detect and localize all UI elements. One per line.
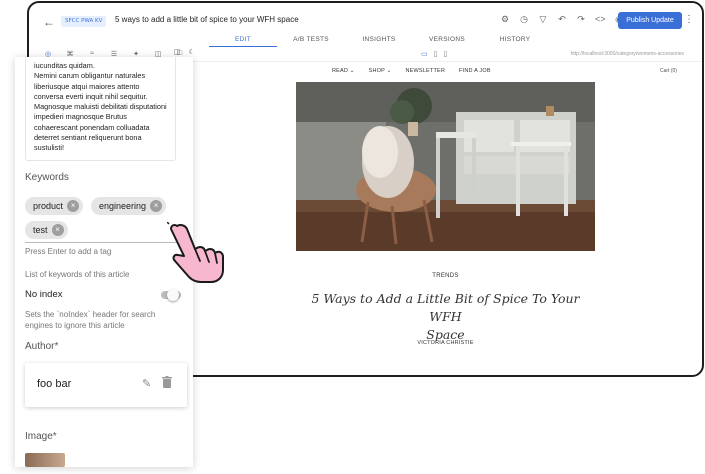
close-icon[interactable]: ×: [150, 200, 163, 212]
bell-icon[interactable]: ▽: [538, 14, 548, 25]
close-icon[interactable]: ×: [67, 200, 80, 212]
device-switcher: ▭ ▯ ▯: [421, 50, 447, 58]
image-thumbnail[interactable]: [25, 453, 65, 467]
body-paragraph: Nemini carum obligantur naturales liberi…: [34, 71, 167, 153]
article-byline: VICTORIA CHRISTIE: [417, 340, 474, 346]
desktop-icon[interactable]: ▭: [421, 50, 428, 58]
tab-history[interactable]: HISTORY: [481, 33, 549, 47]
tablet-icon[interactable]: ▯: [434, 50, 438, 58]
noindex-label: No index: [25, 289, 63, 300]
image-label: Image*: [25, 431, 57, 442]
tag-chip-label: engineering: [99, 201, 147, 211]
tag-input-help: Press Enter to add a tag: [25, 247, 112, 256]
page-title: 5 ways to add a little bit of spice to y…: [115, 15, 299, 24]
author-card[interactable]: foo bar ✎: [25, 363, 187, 407]
nav-read[interactable]: READ ⌄: [332, 68, 355, 74]
article-body-editor[interactable]: iucunditas quidam. Nemini carum obligant…: [25, 57, 176, 161]
author-name: foo bar: [37, 378, 72, 390]
noindex-toggle[interactable]: [161, 289, 181, 301]
nav-shop[interactable]: SHOP ⌄: [369, 68, 392, 74]
site-badge[interactable]: SFCC PWA KV: [61, 16, 107, 27]
cart-link[interactable]: Cart (0): [660, 68, 677, 74]
badge-icon[interactable]: ⚙: [500, 14, 510, 25]
mobile-icon[interactable]: ▯: [443, 50, 447, 58]
preview-nav: READ ⌄ SHOP ⌄ NEWSLETTER FIND A JOB: [332, 68, 491, 74]
publish-update-button[interactable]: Publish Update: [618, 12, 682, 29]
tabs: EDIT A/B TESTS INSIGHTS VERSIONS HISTORY: [209, 33, 549, 47]
tab-insights[interactable]: INSIGHTS: [345, 33, 413, 47]
arrow-left-icon[interactable]: ←: [43, 15, 55, 29]
pencil-icon[interactable]: ✎: [142, 377, 151, 390]
dark-mode-icon[interactable]: ☾: [189, 48, 195, 56]
headline-line-1: 5 Ways to Add a Little Bit of Spice To Y…: [311, 291, 580, 324]
code-icon[interactable]: <>: [595, 14, 606, 25]
tag-chip[interactable]: test ×: [25, 221, 68, 239]
tag-chip[interactable]: engineering ×: [91, 197, 167, 215]
keywords-help: List of keywords of this article: [25, 270, 130, 279]
nav-newsletter[interactable]: NEWSLETTER: [405, 68, 445, 74]
top-icon-group: ⚙ ◷ ▽ ↶ ↷ <> ◉: [500, 14, 624, 25]
preview-tools: ◫ ☾: [174, 48, 195, 56]
tag-input-underline[interactable]: [25, 242, 176, 243]
body-line-1: iucunditas quidam.: [34, 61, 95, 70]
redo-icon[interactable]: ↷: [576, 14, 586, 25]
toggle-knob: [167, 289, 179, 301]
sidebar-icon[interactable]: ◫: [174, 48, 181, 56]
tag-chip-label: product: [33, 201, 64, 211]
tag-chip[interactable]: product ×: [25, 197, 84, 215]
article-headline: 5 Ways to Add a Little Bit of Spice To Y…: [296, 290, 595, 344]
tag-chip-label: test: [33, 225, 48, 235]
tab-ab-tests[interactable]: A/B TESTS: [277, 33, 345, 47]
tab-edit[interactable]: EDIT: [209, 33, 277, 47]
keywords-label: Keywords: [25, 172, 69, 183]
author-label: Author*: [25, 341, 59, 352]
close-icon[interactable]: ×: [51, 224, 64, 236]
preview-url: http://localhost:3000/category/womens-ac…: [570, 51, 684, 57]
tab-versions[interactable]: VERSIONS: [413, 33, 481, 47]
schedule-icon[interactable]: ◷: [519, 14, 529, 25]
hand-pointer-icon: [167, 222, 224, 283]
article-category: TRENDS: [432, 273, 459, 279]
nav-find-a-job[interactable]: FIND A JOB: [459, 68, 491, 74]
kebab-icon[interactable]: ⋮: [684, 14, 694, 25]
undo-icon[interactable]: ↶: [557, 14, 567, 25]
noindex-help: Sets the `noIndex` header for search eng…: [25, 310, 156, 330]
trash-icon[interactable]: [162, 376, 172, 388]
hero-image: [296, 82, 595, 251]
